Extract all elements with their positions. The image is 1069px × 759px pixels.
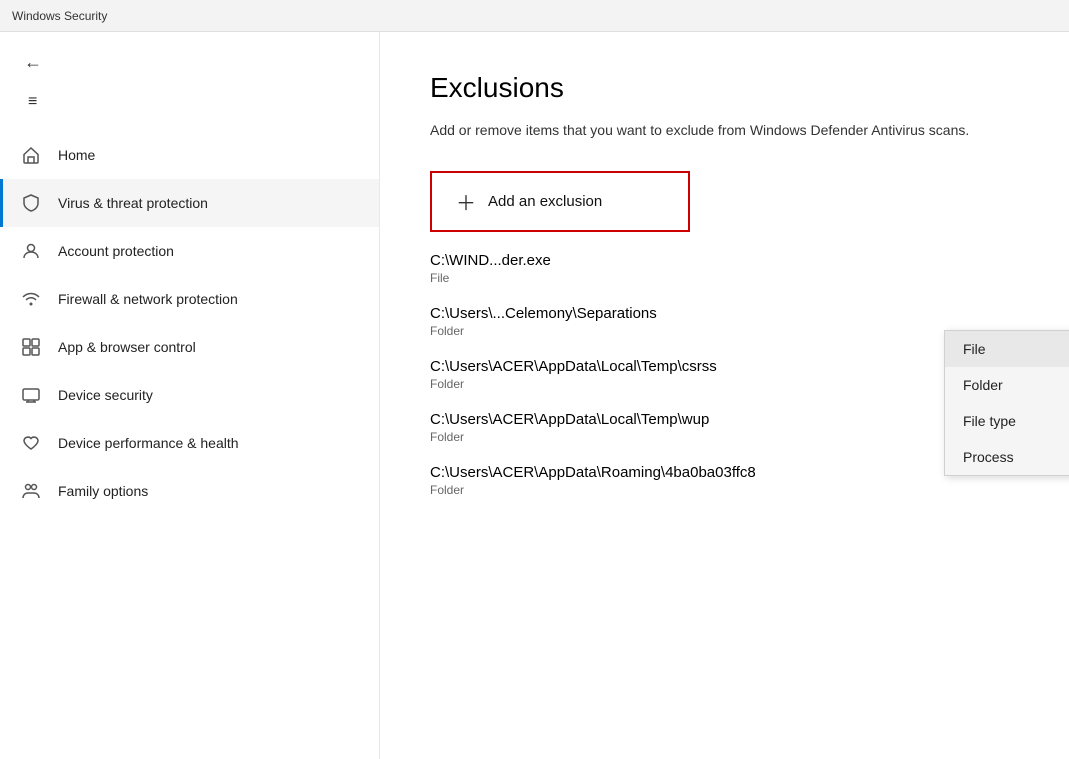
content-area: Exclusions Add or remove items that you … xyxy=(380,32,1069,759)
shield-icon xyxy=(20,193,42,213)
sidebar-item-home[interactable]: Home xyxy=(0,131,379,179)
back-icon: ← xyxy=(24,52,42,72)
add-exclusion-button[interactable]: ＋ Add an exclusion xyxy=(430,171,690,232)
hamburger-icon: ≡ xyxy=(28,93,37,110)
exclusion-path-4: C:\Users\ACER\AppData\Roaming\4ba0ba03ff… xyxy=(430,464,1019,481)
sidebar-item-account[interactable]: Account protection xyxy=(0,227,379,275)
page-description: Add or remove items that you want to exc… xyxy=(430,120,1019,141)
exclusion-path-1: C:\Users\...Celemony\Separations xyxy=(430,305,1019,322)
sidebar-item-device-health[interactable]: Device performance & health xyxy=(0,419,379,467)
exclusion-entry-1: C:\Users\...Celemony\Separations Folder xyxy=(430,305,1019,338)
sidebar-item-app-label: App & browser control xyxy=(58,339,196,355)
sidebar-item-firewall-label: Firewall & network protection xyxy=(58,291,238,307)
sidebar-item-family-label: Family options xyxy=(58,483,148,499)
app-title: Windows Security xyxy=(12,9,107,23)
hamburger-button[interactable]: ≡ xyxy=(20,89,45,115)
sidebar-item-device-security-label: Device security xyxy=(58,387,153,403)
app-icon xyxy=(20,337,42,357)
exclusion-type-0: File xyxy=(430,271,1019,285)
sidebar-item-device-security[interactable]: Device security xyxy=(0,371,379,419)
wifi-icon xyxy=(20,289,42,309)
dropdown-item-file-type[interactable]: File type xyxy=(945,403,1069,439)
sidebar-item-virus[interactable]: Virus & threat protection xyxy=(0,179,379,227)
exclusion-path-0: C:\WIND...der.exe xyxy=(430,252,1019,269)
exclusion-entry-3: C:\Users\ACER\AppData\Local\Temp\wup Fol… xyxy=(430,411,1019,444)
main-layout: ← ≡ Home xyxy=(0,32,1069,759)
nav-items: Home Virus & threat protection xyxy=(0,127,379,519)
exclusion-type-3: Folder xyxy=(430,430,1019,444)
titlebar: Windows Security xyxy=(0,0,1069,32)
sidebar-item-app[interactable]: App & browser control xyxy=(0,323,379,371)
page-title: Exclusions xyxy=(430,72,1019,104)
exclusion-type-2: Folder xyxy=(430,377,1019,391)
exclusion-type-dropdown: File Folder File type Process xyxy=(944,330,1069,476)
exclusion-type-4: Folder xyxy=(430,483,1019,497)
sidebar-item-firewall[interactable]: Firewall & network protection xyxy=(0,275,379,323)
exclusion-list: C:\WIND...der.exe File C:\Users\...Celem… xyxy=(430,252,1019,497)
family-icon xyxy=(20,481,42,501)
exclusion-entry-0: C:\WIND...der.exe File xyxy=(430,252,1019,285)
home-icon xyxy=(20,145,42,165)
sidebar-item-device-health-label: Device performance & health xyxy=(58,435,239,451)
sidebar-item-virus-label: Virus & threat protection xyxy=(58,195,208,211)
sidebar: ← ≡ Home xyxy=(0,32,380,759)
person-icon xyxy=(20,241,42,261)
dropdown-item-file[interactable]: File xyxy=(945,331,1069,367)
plus-icon: ＋ xyxy=(456,187,476,216)
exclusion-entry-4: C:\Users\ACER\AppData\Roaming\4ba0ba03ff… xyxy=(430,464,1019,497)
exclusion-path-3: C:\Users\ACER\AppData\Local\Temp\wup xyxy=(430,411,1019,428)
sidebar-item-account-label: Account protection xyxy=(58,243,174,259)
back-button[interactable]: ← xyxy=(16,48,50,77)
exclusion-entry-2: C:\Users\ACER\AppData\Local\Temp\csrss F… xyxy=(430,358,1019,391)
sidebar-top-controls: ← xyxy=(0,40,379,85)
add-exclusion-label: Add an exclusion xyxy=(488,193,602,210)
exclusion-path-2: C:\Users\ACER\AppData\Local\Temp\csrss xyxy=(430,358,1019,375)
exclusion-type-1: Folder xyxy=(430,324,1019,338)
sidebar-item-family[interactable]: Family options xyxy=(0,467,379,515)
device-security-icon xyxy=(20,385,42,405)
dropdown-item-folder[interactable]: Folder xyxy=(945,367,1069,403)
dropdown-item-process[interactable]: Process xyxy=(945,439,1069,475)
heart-icon xyxy=(20,433,42,453)
sidebar-item-home-label: Home xyxy=(58,147,95,163)
